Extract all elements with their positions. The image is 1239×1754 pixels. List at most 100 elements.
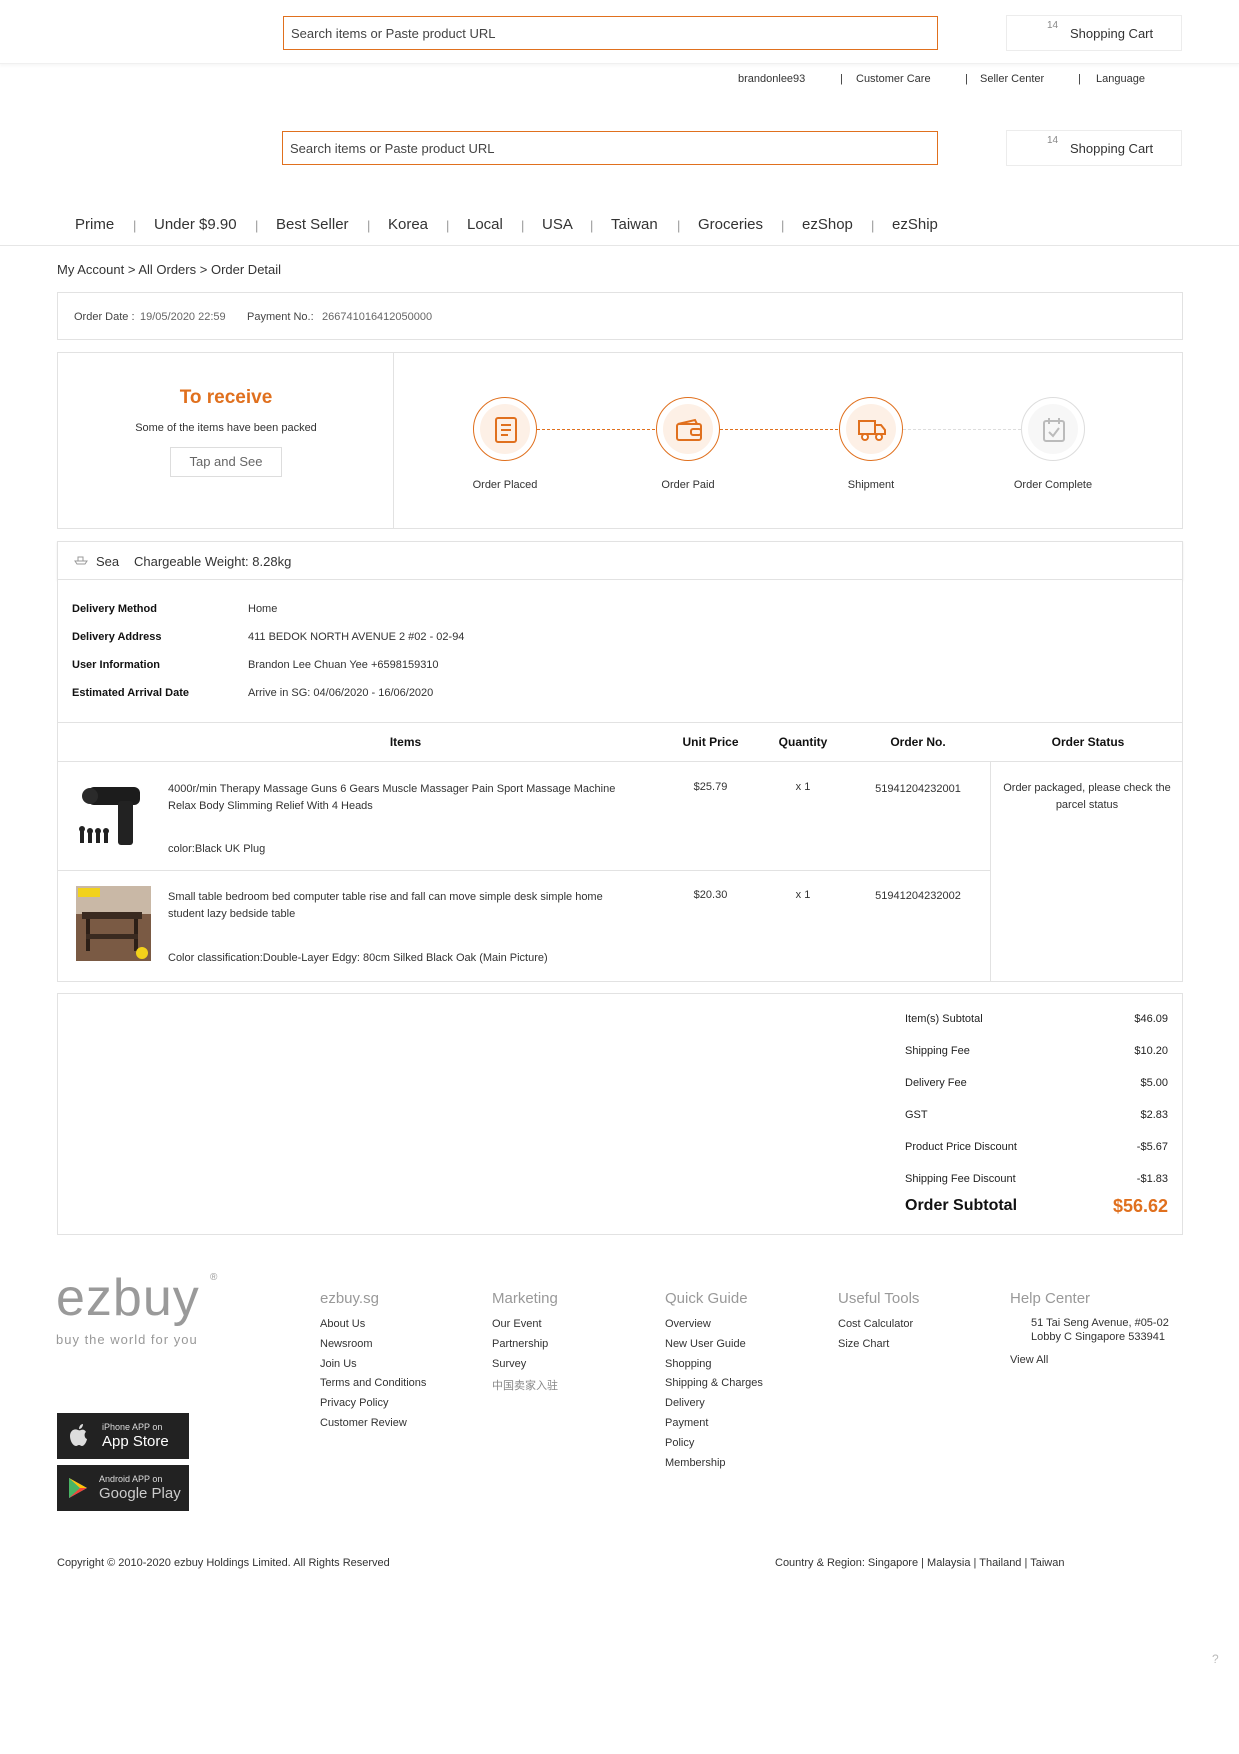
ezbuy-logo[interactable]: ezbuy ® xyxy=(56,1269,217,1327)
nav-item-groceries[interactable]: Groceries xyxy=(698,216,763,233)
category-nav: Prime | Under $9.90 | Best Seller | Kore… xyxy=(0,214,1239,244)
footer-link-membership[interactable]: Membership xyxy=(665,1457,726,1469)
nav-item-usa[interactable]: USA xyxy=(542,216,573,233)
google-play-small: Android APP on xyxy=(99,1474,163,1484)
customer-care-link[interactable]: Customer Care xyxy=(856,73,931,85)
nav-item-best-seller[interactable]: Best Seller xyxy=(276,216,349,233)
footer-heading-useful-tools: Useful Tools xyxy=(838,1290,920,1307)
footer-link-partnership[interactable]: Partnership xyxy=(492,1338,548,1350)
arrival-date-label: Estimated Arrival Date xyxy=(72,687,189,699)
item-title[interactable]: Small table bedroom bed computer table r… xyxy=(168,889,638,923)
truck-icon xyxy=(858,420,886,441)
divider: | xyxy=(367,218,371,233)
nav-item-prime[interactable]: Prime xyxy=(75,216,114,233)
status-subtitle: Some of the items have been packed xyxy=(135,422,317,434)
col-header-order-no: Order No. xyxy=(890,735,946,749)
divider: | xyxy=(446,218,450,233)
help-question-icon[interactable]: ? xyxy=(1212,1652,1219,1666)
footer-link-overview[interactable]: Overview xyxy=(665,1318,711,1330)
order-status-box: To receive Some of the items have been p… xyxy=(57,352,1183,529)
footer-link-privacy[interactable]: Privacy Policy xyxy=(320,1397,388,1409)
seller-center-link[interactable]: Seller Center xyxy=(980,73,1044,85)
divider: | xyxy=(677,218,681,233)
status-left-panel xyxy=(58,353,394,528)
footer-link-newsroom[interactable]: Newsroom xyxy=(320,1338,373,1350)
footer-link-delivery[interactable]: Delivery xyxy=(665,1397,705,1409)
col-header-quantity: Quantity xyxy=(778,735,828,749)
footer-link-new-user-guide[interactable]: New User Guide xyxy=(665,1338,746,1350)
delivery-address-label: Delivery Address xyxy=(72,631,162,643)
nav-item-korea[interactable]: Korea xyxy=(388,216,428,233)
country-region-links[interactable]: Country & Region: Singapore | Malaysia |… xyxy=(775,1557,1064,1569)
username-link[interactable]: brandonlee93 xyxy=(738,73,805,85)
footer-link-join-us[interactable]: Join Us xyxy=(320,1358,357,1370)
order-subtotal-label: Order Subtotal xyxy=(905,1197,1018,1214)
footer-link-policy[interactable]: Policy xyxy=(665,1437,694,1449)
col-header-unit-price: Unit Price xyxy=(682,735,739,749)
footer-link-shipping-charges[interactable]: Shipping & Charges xyxy=(665,1377,763,1389)
breadcrumb-my-account[interactable]: My Account xyxy=(57,262,124,277)
payment-no-value: 266741016412050000 xyxy=(322,311,433,323)
shopping-cart-button-sticky[interactable]: 14 Shopping Cart xyxy=(1006,15,1182,51)
order-meta-box: Order Date : 19/05/2020 22:59 Payment No… xyxy=(57,292,1183,340)
search-input-sticky[interactable]: Search items or Paste product URL xyxy=(283,16,938,50)
logo-tagline: buy the world for you xyxy=(56,1332,198,1347)
tap-and-see-button[interactable]: Tap and See xyxy=(170,447,282,477)
order-subtotal-value: $56.62 xyxy=(1112,1196,1168,1216)
breadcrumb-all-orders[interactable]: All Orders xyxy=(138,262,196,277)
footer-link-shopping[interactable]: Shopping xyxy=(665,1358,712,1370)
step-label-order-complete: Order Complete xyxy=(1013,479,1093,491)
footer-heading-quick-guide: Quick Guide xyxy=(665,1290,748,1307)
divider: | xyxy=(1078,73,1081,85)
google-play-icon xyxy=(69,1478,87,1498)
footer-link-survey[interactable]: Survey xyxy=(492,1358,526,1370)
breadcrumb: My Account > All Orders > Order Detail xyxy=(57,262,281,277)
footer-heading-marketing: Marketing xyxy=(492,1290,558,1307)
divider: | xyxy=(965,73,968,85)
massage-gun-product-image[interactable] xyxy=(78,779,148,849)
language-link[interactable]: Language xyxy=(1096,73,1145,85)
footer-link-our-event[interactable]: Our Event xyxy=(492,1318,542,1330)
calendar-check-icon xyxy=(1043,418,1065,442)
app-store-button[interactable]: iPhone APP on App Store xyxy=(57,1413,189,1459)
divider: | xyxy=(133,218,137,233)
summary-label: Shipping Fee Discount xyxy=(905,1173,1016,1185)
cart-count: 14 xyxy=(1047,135,1059,146)
payment-no-label: Payment No.: xyxy=(247,311,314,323)
footer-link-about-us[interactable]: About Us xyxy=(320,1318,365,1330)
summary-value: $10.20 xyxy=(1134,1045,1168,1057)
nav-item-taiwan[interactable]: Taiwan xyxy=(611,216,658,233)
logo-text: ezbuy xyxy=(56,1269,200,1327)
nav-item-local[interactable]: Local xyxy=(467,216,503,233)
footer-link-size-chart[interactable]: Size Chart xyxy=(838,1338,889,1350)
step-order-complete xyxy=(1021,397,1085,461)
summary-value: $5.00 xyxy=(1140,1077,1168,1089)
cart-label: Shopping Cart xyxy=(1070,26,1154,41)
search-input[interactable]: Search items or Paste product URL xyxy=(282,131,938,165)
step-label-shipment: Shipment xyxy=(847,479,895,491)
help-view-all-link[interactable]: View All xyxy=(1010,1354,1048,1366)
footer-link-terms[interactable]: Terms and Conditions xyxy=(320,1377,426,1389)
item-quantity: x 1 xyxy=(795,889,811,901)
items-table: Items Unit Price Quantity Order No. Orde… xyxy=(57,722,1183,982)
google-play-button[interactable]: Android APP on Google Play xyxy=(57,1465,189,1511)
shopping-cart-button[interactable]: 14 Shopping Cart xyxy=(1006,130,1182,166)
order-status-text[interactable]: Order packaged, please check the parcel … xyxy=(998,780,1176,814)
ship-icon xyxy=(74,556,88,565)
item-title[interactable]: 4000r/min Therapy Massage Guns 6 Gears M… xyxy=(168,781,638,815)
summary-value: -$5.67 xyxy=(1136,1141,1168,1153)
cart-label: Shopping Cart xyxy=(1070,141,1154,156)
nav-item-under-990[interactable]: Under $9.90 xyxy=(154,216,237,233)
divider: | xyxy=(590,218,594,233)
nav-item-ezshop[interactable]: ezShop xyxy=(802,216,853,233)
nav-item-ezship[interactable]: ezShip xyxy=(892,216,938,233)
arrival-date-value: Arrive in SG: 04/06/2020 - 16/06/2020 xyxy=(248,687,434,699)
footer-link-payment[interactable]: Payment xyxy=(665,1417,708,1429)
footer-link-china-seller[interactable]: 中国卖家入驻 xyxy=(492,1377,558,1393)
bedside-table-product-image[interactable] xyxy=(76,886,151,961)
nav-divider-line xyxy=(0,245,1239,246)
row-divider xyxy=(58,870,990,871)
footer-link-cost-calculator[interactable]: Cost Calculator xyxy=(838,1318,913,1330)
item-variant: Color classification:Double-Layer Edgy: … xyxy=(168,952,548,964)
footer-link-customer-review[interactable]: Customer Review xyxy=(320,1417,407,1429)
